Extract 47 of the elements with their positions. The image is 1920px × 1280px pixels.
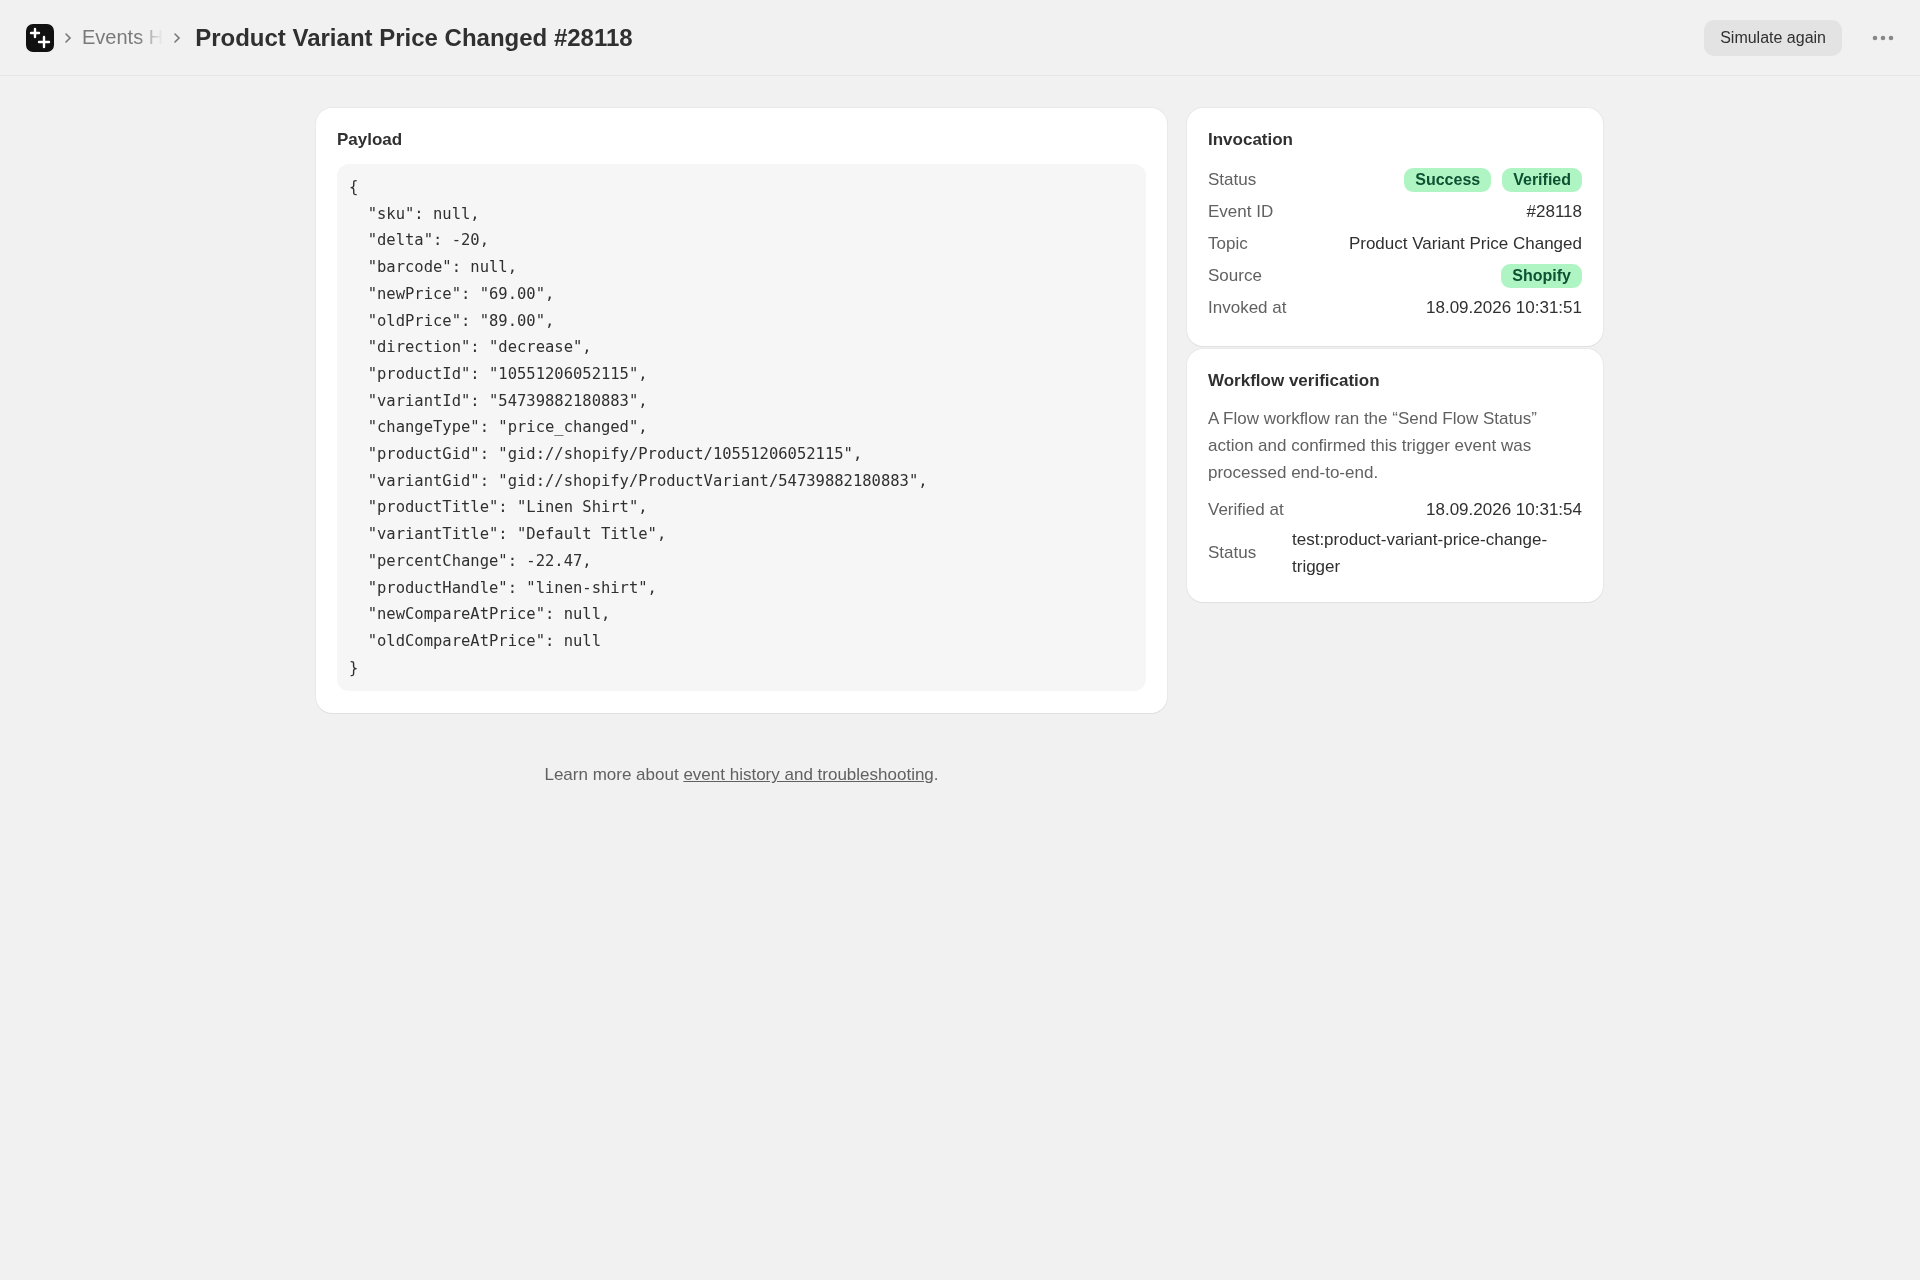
field-label: Status [1208, 543, 1257, 563]
card-title: Payload [337, 130, 404, 150]
code-line: "productId": "10551206052115", [366, 363, 649, 385]
code-line: "oldCompareAtPrice": null [366, 630, 602, 652]
code-line: "productGid": "gid://shopify/Product/10551206052115", [366, 444, 864, 466]
code-line: "percentChange": -22.47, [366, 550, 593, 572]
card-title: Invocation [1208, 130, 1294, 150]
help-link[interactable]: event history and troubleshooting [683, 765, 934, 785]
description-text: A Flow workflow ran the “Send Flow Status” action and confirmed this trigger event was processed end-to-end. [1208, 408, 1538, 484]
field-label: Source [1208, 266, 1262, 286]
code-line: "productHandle": "linen-shirt", [366, 577, 658, 599]
chevron-icon [64, 31, 72, 44]
field-value: 18.09.2026 10:31:51 [1426, 298, 1582, 318]
app-logo-icon[interactable] [26, 23, 54, 52]
code-line: "oldPrice": "89.00", [366, 310, 556, 332]
field-label: Verified at [1208, 500, 1284, 520]
code-line: "direction": "decrease", [366, 337, 593, 359]
help-text: Learn more about event history and troubleshooting. [544, 765, 939, 786]
code-line: "variantId": "54739882180883", [366, 390, 649, 412]
code-line: "sku": null, [366, 203, 481, 225]
field-label: Status [1208, 170, 1257, 190]
more-icon[interactable] [1872, 34, 1894, 41]
field-value: test:product-variant-price-change-trigger [1292, 529, 1549, 578]
field-value: #28118 [1526, 202, 1582, 222]
code-line: { [349, 177, 360, 198]
code-line: "variantTitle": "Default Title", [366, 524, 668, 546]
status-badge: Success [1404, 168, 1492, 192]
chevron-icon [173, 31, 182, 44]
code-line: "changeType": "price_changed", [366, 417, 649, 439]
status-badge: Verified [1502, 168, 1582, 192]
simulate-button[interactable]: Simulate again [1704, 19, 1842, 56]
field-label: Invoked at [1208, 298, 1287, 318]
code-line: "delta": -20, [366, 230, 490, 252]
code-line: "newCompareAtPrice": null, [366, 604, 612, 626]
breadcrumb-link[interactable]: Events H [82, 26, 164, 49]
status-badge: Shopify [1501, 264, 1582, 288]
field-label: Topic [1208, 234, 1248, 254]
card-title: Workflow verification [1208, 371, 1381, 391]
field-label: Event ID [1208, 202, 1274, 222]
code-line: "variantGid": "gid://shopify/ProductVariant/54739882180883", [366, 470, 929, 492]
field-value: 18.09.2026 10:31:54 [1426, 500, 1582, 520]
code-line: "productTitle": "Linen Shirt", [366, 497, 649, 519]
code-line: } [349, 657, 360, 679]
page-title: Product Variant Price Changed #28118 [195, 23, 633, 52]
field-value: Product Variant Price Changed [1348, 234, 1582, 254]
code-line: "newPrice": "69.00", [366, 283, 556, 305]
code-line: "barcode": null, [366, 257, 518, 279]
